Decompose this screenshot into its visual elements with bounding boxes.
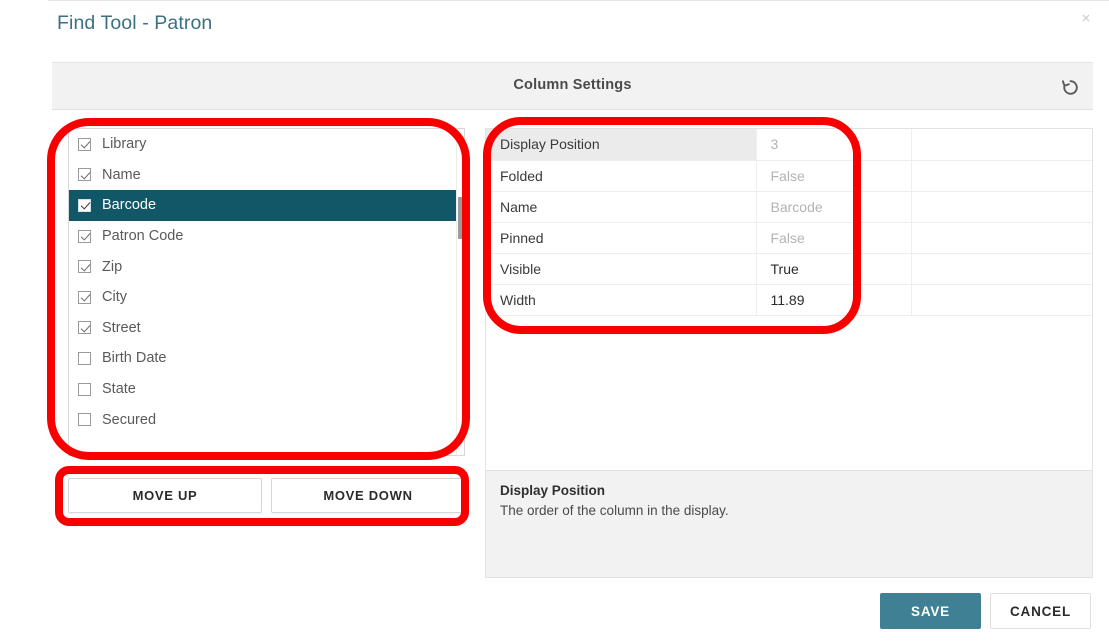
find-tool-dialog: Find Tool - Patron × Column Settings Lib…: [0, 0, 1109, 641]
save-button[interactable]: SAVE: [880, 593, 981, 629]
move-up-button[interactable]: MOVE UP: [68, 478, 262, 513]
property-label: Width: [486, 284, 757, 316]
property-label: Folded: [486, 160, 757, 192]
checkbox-checked-icon[interactable]: [78, 168, 91, 182]
property-row-spacer: [911, 284, 1092, 316]
list-item-label: Name: [102, 166, 141, 183]
move-down-button[interactable]: MOVE DOWN: [271, 478, 465, 513]
column-listbox[interactable]: Library Name Barcode Patron Code Zip City Stre…: [68, 128, 465, 456]
property-pane: Display Position 3 Folded False Name Barcode P…: [485, 128, 1093, 578]
property-value: False: [756, 222, 912, 254]
list-item-label: State: [102, 381, 136, 398]
column-list-pane: Library Name Barcode Patron Code Zip City Stre…: [68, 128, 465, 456]
list-item[interactable]: Barcode: [69, 190, 458, 221]
column-list: Library Name Barcode Patron Code Zip City Stre…: [69, 129, 458, 435]
property-row[interactable]: Pinned False: [486, 222, 1092, 254]
list-item-label: Zip: [102, 258, 123, 275]
property-label: Pinned: [486, 222, 757, 254]
list-item-label: Birth Date: [102, 350, 167, 367]
property-value: 3: [756, 129, 912, 161]
list-item-label: City: [102, 289, 127, 306]
description-text: The order of the column in the display.: [500, 503, 729, 518]
section-title: Column Settings: [513, 77, 632, 93]
property-row[interactable]: Display Position 3: [486, 129, 1092, 161]
list-scrollbar[interactable]: [456, 129, 464, 455]
property-row[interactable]: Folded False: [486, 160, 1092, 192]
property-label: Visible: [486, 253, 757, 285]
list-item-label: Library: [102, 136, 147, 153]
list-item[interactable]: Library: [69, 129, 458, 160]
list-item-label: Barcode: [102, 197, 157, 214]
page-title: Find Tool - Patron: [57, 12, 213, 34]
property-label: Name: [486, 191, 757, 223]
list-item[interactable]: Secured: [69, 404, 458, 435]
dialog-footer: SAVE CANCEL: [880, 593, 1091, 629]
property-value: False: [756, 160, 912, 192]
checkbox-checked-icon[interactable]: [78, 137, 91, 151]
checkbox-unchecked-icon[interactable]: [78, 351, 91, 365]
property-row-spacer: [911, 191, 1092, 223]
property-row[interactable]: Width 11.89: [486, 284, 1092, 316]
list-item-label: Secured: [102, 411, 157, 428]
property-value: Barcode: [756, 191, 912, 223]
property-row[interactable]: Name Barcode: [486, 191, 1092, 223]
column-settings-header: Column Settings: [52, 62, 1093, 110]
property-row[interactable]: Visible True: [486, 253, 1092, 285]
property-value[interactable]: 11.89: [756, 284, 912, 316]
property-row-spacer: [911, 253, 1092, 285]
property-row-spacer: [911, 129, 1092, 161]
list-item[interactable]: Name: [69, 160, 458, 191]
move-button-group: MOVE UP MOVE DOWN: [68, 478, 465, 513]
close-icon[interactable]: ×: [1073, 6, 1099, 32]
property-label: Display Position: [486, 129, 757, 161]
checkbox-checked-icon[interactable]: [78, 290, 91, 304]
list-item[interactable]: State: [69, 374, 458, 405]
list-item[interactable]: Patron Code: [69, 221, 458, 252]
list-item[interactable]: Zip: [69, 251, 458, 282]
list-item[interactable]: Birth Date: [69, 343, 458, 374]
property-value[interactable]: True: [756, 253, 912, 285]
checkbox-checked-icon[interactable]: [78, 260, 91, 274]
list-item[interactable]: City: [69, 282, 458, 313]
checkbox-checked-icon[interactable]: [78, 229, 91, 243]
list-scrollbar-thumb[interactable]: [458, 197, 464, 239]
list-item[interactable]: Street: [69, 313, 458, 344]
description-title: Display Position: [500, 483, 606, 498]
checkbox-unchecked-icon[interactable]: [78, 382, 91, 396]
property-grid: Display Position 3 Folded False Name Barcode P…: [486, 129, 1092, 316]
checkbox-checked-icon[interactable]: [78, 321, 91, 335]
checkbox-checked-icon[interactable]: [78, 198, 91, 212]
dialog-top-divider: [48, 0, 1109, 1]
checkbox-unchecked-icon[interactable]: [78, 413, 91, 427]
property-row-spacer: [911, 222, 1092, 254]
reset-icon[interactable]: [1055, 72, 1085, 102]
description-panel: Display Position The order of the column…: [486, 470, 1092, 577]
cancel-button[interactable]: CANCEL: [990, 593, 1091, 629]
property-row-spacer: [911, 160, 1092, 192]
list-item-label: Street: [102, 319, 141, 336]
list-item-label: Patron Code: [102, 228, 184, 245]
